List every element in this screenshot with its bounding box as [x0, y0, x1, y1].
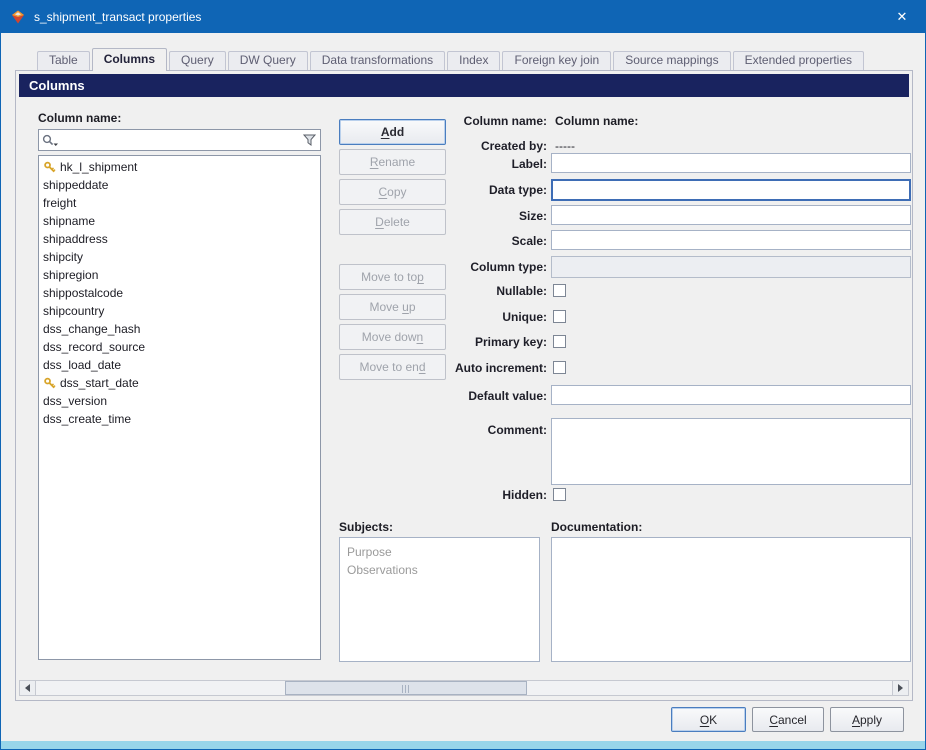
titlebar[interactable]: s_shipment_transact properties ✕: [1, 1, 925, 33]
app-icon: [10, 9, 26, 25]
unique-label: Unique:: [357, 310, 547, 324]
nullable-checkbox[interactable]: [553, 284, 566, 297]
column-name-text: dss_create_time: [43, 412, 131, 426]
column-name-text: shipregion: [43, 268, 98, 282]
column-name-text: shippostalcode: [43, 286, 123, 300]
comment-label: Comment:: [357, 423, 547, 437]
cancel-button[interactable]: Cancel: [752, 707, 824, 732]
column-name-text: dss_load_date: [43, 358, 121, 372]
data-type-label: Data type:: [357, 183, 547, 197]
close-icon[interactable]: ✕: [879, 1, 925, 33]
default-value-input[interactable]: [551, 385, 911, 405]
subjects-list[interactable]: PurposeObservations: [339, 537, 540, 662]
column-name-label: Column name:: [357, 114, 547, 128]
list-item[interactable]: dss_version: [39, 392, 320, 410]
column-name-text: dss_version: [43, 394, 107, 408]
list-item[interactable]: freight: [39, 194, 320, 212]
list-item[interactable]: shipname: [39, 212, 320, 230]
scroll-left-arrow-icon[interactable]: [20, 681, 36, 695]
hidden-checkbox[interactable]: [553, 488, 566, 501]
column-type-input: [551, 256, 911, 278]
label-input[interactable]: [551, 153, 911, 173]
tab-bar: TableColumnsQueryDW QueryData transforma…: [37, 47, 866, 70]
key-icon: [43, 161, 57, 174]
label-label: Label:: [357, 157, 547, 171]
scale-label: Scale:: [357, 234, 547, 248]
search-icon[interactable]: [39, 130, 61, 150]
primary-key-checkbox[interactable]: [553, 335, 566, 348]
column-name-text: shipcity: [43, 250, 83, 264]
tab-index[interactable]: Index: [447, 51, 500, 70]
subject-item[interactable]: Observations: [347, 561, 532, 579]
primary-key-label: Primary key:: [357, 335, 547, 349]
column-search: [38, 129, 321, 151]
list-item[interactable]: dss_record_source: [39, 338, 320, 356]
documentation-textarea[interactable]: [551, 537, 911, 662]
scale-input[interactable]: [551, 230, 911, 250]
list-item[interactable]: shippeddate: [39, 176, 320, 194]
documentation-label: Documentation:: [551, 520, 642, 534]
hidden-label: Hidden:: [357, 488, 547, 502]
list-item[interactable]: shipcity: [39, 248, 320, 266]
auto-increment-label: Auto increment:: [357, 361, 547, 375]
size-input[interactable]: [551, 205, 911, 225]
column-name-text: dss_change_hash: [43, 322, 140, 336]
subjects-label: Subjects:: [339, 520, 393, 534]
column-list[interactable]: hk_l_shipment shippeddate freight shipname s…: [38, 155, 321, 660]
column-name-text: hk_l_shipment: [60, 160, 137, 174]
created-by-label: Created by:: [357, 139, 547, 153]
tab-source-mappings[interactable]: Source mappings: [613, 51, 730, 70]
scrollbar-thumb[interactable]: [285, 681, 527, 695]
column-name-text: freight: [43, 196, 76, 210]
data-type-input[interactable]: [551, 179, 911, 201]
list-item[interactable]: dss_start_date: [39, 374, 320, 392]
auto-increment-checkbox[interactable]: [553, 361, 566, 374]
properties-dialog: s_shipment_transact properties ✕ TableCo…: [0, 0, 926, 750]
columns-panel: Columns Column name: hk_l_shipmentshippe…: [15, 70, 913, 701]
column-name-value: Column name:: [555, 114, 638, 128]
column-name-text: dss_start_date: [60, 376, 139, 390]
search-input[interactable]: [61, 131, 298, 149]
tab-dw-query[interactable]: DW Query: [228, 51, 308, 70]
window-title: s_shipment_transact properties: [34, 10, 201, 24]
list-item[interactable]: shippostalcode: [39, 284, 320, 302]
window-bottom-edge: [1, 741, 925, 749]
tab-foreign-key-join[interactable]: Foreign key join: [502, 51, 611, 70]
list-item[interactable]: shipaddress: [39, 230, 320, 248]
comment-textarea[interactable]: [551, 418, 911, 485]
list-item[interactable]: dss_load_date: [39, 356, 320, 374]
list-item[interactable]: hk_l_shipment: [39, 158, 320, 176]
column-name-list-label: Column name:: [38, 111, 121, 125]
ok-button[interactable]: OK: [671, 707, 746, 732]
list-item[interactable]: dss_create_time: [39, 410, 320, 428]
tab-extended-properties[interactable]: Extended properties: [733, 51, 864, 70]
column-name-text: shipname: [43, 214, 95, 228]
tab-query[interactable]: Query: [169, 51, 226, 70]
column-name-text: shipcountry: [43, 304, 104, 318]
filter-icon[interactable]: [298, 130, 320, 150]
nullable-label: Nullable:: [357, 284, 547, 298]
horizontal-scrollbar[interactable]: [19, 680, 909, 696]
size-label: Size:: [357, 209, 547, 223]
list-item[interactable]: shipcountry: [39, 302, 320, 320]
created-by-value: -----: [555, 139, 575, 153]
apply-button[interactable]: Apply: [830, 707, 904, 732]
column-type-label: Column type:: [357, 260, 547, 274]
section-header: Columns: [19, 74, 909, 97]
subject-item[interactable]: Purpose: [347, 543, 532, 561]
list-item[interactable]: shipregion: [39, 266, 320, 284]
column-name-text: dss_record_source: [43, 340, 145, 354]
default-value-label: Default value:: [357, 389, 547, 403]
tab-columns[interactable]: Columns: [92, 48, 167, 71]
list-item[interactable]: dss_change_hash: [39, 320, 320, 338]
scroll-right-arrow-icon[interactable]: [892, 681, 908, 695]
tab-data-transformations[interactable]: Data transformations: [310, 51, 445, 70]
tab-table[interactable]: Table: [37, 51, 90, 70]
unique-checkbox[interactable]: [553, 310, 566, 323]
column-name-text: shipaddress: [43, 232, 108, 246]
column-name-text: shippeddate: [43, 178, 108, 192]
key-icon: [43, 377, 57, 390]
